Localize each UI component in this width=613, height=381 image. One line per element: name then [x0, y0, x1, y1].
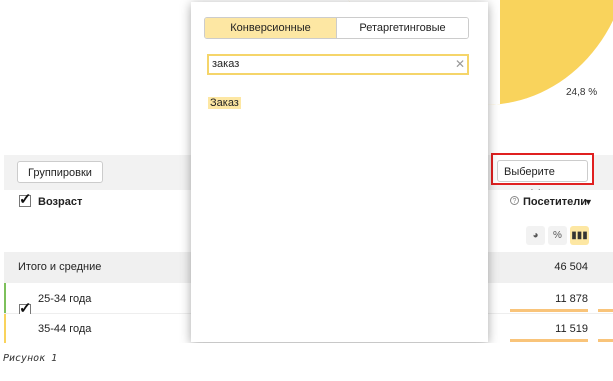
total-value: 46 504 [554, 261, 588, 273]
row-value-bar [598, 309, 613, 312]
row-label: 25-34 года [38, 293, 92, 305]
row-value: 11 519 [555, 323, 588, 335]
row-color-marker [4, 283, 6, 313]
goal-result-item[interactable]: Заказ [208, 97, 241, 109]
info-icon[interactable]: ? [510, 196, 519, 205]
row-value: 11 878 [555, 293, 588, 305]
figure-caption: Рисунок 1 [3, 353, 58, 364]
pie-chart-icon[interactable]: ◕ [526, 226, 545, 245]
tab-conversion[interactable]: Конверсионные [205, 18, 337, 38]
tab-retargeting[interactable]: Ретаргетинговые [337, 18, 468, 38]
percent-icon[interactable]: % [548, 226, 567, 245]
goal-picker-popup [191, 2, 488, 342]
clear-icon[interactable]: ✕ [455, 57, 465, 71]
sort-down-icon[interactable]: ▼ [584, 197, 593, 207]
row-value-bar [510, 339, 588, 342]
choose-goal-button[interactable]: Выберите цель﹀ [497, 160, 588, 200]
goal-type-tabs: Конверсионные Ретаргетинговые [204, 17, 469, 39]
row-color-marker [4, 314, 6, 344]
metric-header[interactable]: Посетители [523, 196, 587, 208]
dimension-header: Возраст [38, 196, 83, 208]
bar-chart-icon[interactable]: ▮▮▮ [570, 226, 589, 245]
document-footer [0, 343, 613, 381]
row-value-bar [510, 309, 588, 312]
goal-search-input[interactable]: заказ [207, 54, 469, 75]
row-value-bar [598, 339, 613, 342]
pie-label: 24,8 % [566, 87, 598, 98]
age-checkbox[interactable] [19, 190, 32, 208]
groupings-button[interactable]: Группировки [17, 161, 103, 183]
row-label: 35-44 года [38, 323, 92, 335]
total-label: Итого и средние [18, 261, 102, 273]
